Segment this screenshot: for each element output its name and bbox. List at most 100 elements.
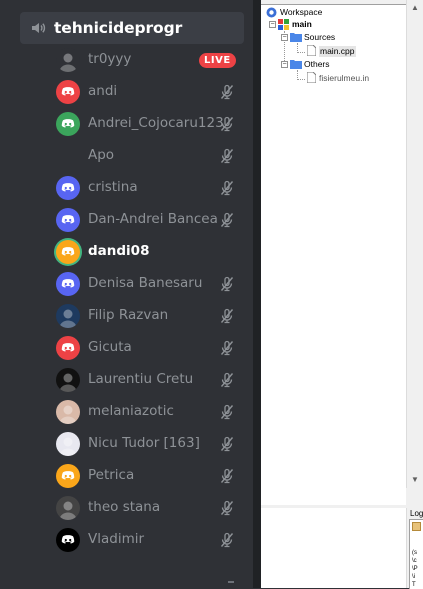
user-name: theo stana	[88, 499, 161, 515]
profile-photo-icon	[59, 309, 77, 328]
microphone-muted-icon	[220, 116, 234, 132]
microphone-muted-icon	[220, 404, 234, 420]
user-name: andi	[88, 83, 118, 99]
folder-icon	[290, 60, 302, 69]
user-name: dandi08	[88, 243, 150, 259]
others-folder-node[interactable]: Others	[304, 59, 330, 70]
user-name: Andrei_Cojocaru123	[88, 115, 224, 131]
voice-user-row[interactable]: Denisa Banesaru	[50, 269, 250, 299]
profile-photo-icon	[59, 501, 77, 520]
log-line: \c	[412, 558, 417, 564]
discord-logo-icon	[61, 119, 75, 128]
user-name: Gicuta	[88, 339, 132, 355]
voice-user-row[interactable]: tr0yyy LIVE	[50, 45, 250, 75]
user-avatar[interactable]	[56, 208, 80, 232]
voice-user-row[interactable]: Petrica	[50, 461, 250, 491]
project-icon	[278, 19, 289, 30]
user-name: Vladimir	[88, 531, 145, 547]
profile-photo-icon	[59, 53, 77, 72]
workspace-node[interactable]: Workspace	[280, 7, 322, 18]
voice-user-row[interactable]: cristina	[50, 173, 250, 203]
expand-project-toggle[interactable]: −	[269, 21, 276, 28]
project-node[interactable]: main	[292, 19, 312, 30]
user-avatar[interactable]	[56, 432, 80, 456]
window-gap	[253, 0, 261, 588]
log-line: \i	[412, 574, 415, 580]
expand-sources-toggle[interactable]: −	[281, 34, 288, 41]
user-avatar[interactable]	[56, 144, 80, 168]
microphone-muted-icon	[220, 468, 234, 484]
scroll-down-arrow-icon[interactable]: ▼	[407, 472, 423, 488]
microphone-muted-icon	[220, 148, 234, 164]
voice-user-row[interactable]: Andrei_Cojocaru123	[50, 109, 250, 139]
user-name: Denisa Banesaru	[88, 275, 203, 291]
user-avatar[interactable]	[56, 400, 80, 424]
user-name: Apo	[88, 147, 115, 163]
expand-others-toggle[interactable]: −	[281, 61, 288, 68]
voice-user-row[interactable]: Laurentiu Cretu	[50, 365, 250, 395]
discord-logo-icon	[61, 535, 75, 544]
voice-user-row[interactable]: Dan-Andrei Bancea	[50, 205, 250, 235]
user-avatar[interactable]	[56, 240, 80, 264]
discord-logo-icon	[61, 215, 75, 224]
user-avatar[interactable]	[56, 48, 80, 72]
profile-photo-icon	[59, 373, 77, 392]
logs-output: (s \c \P \i T	[409, 519, 423, 589]
discord-logo-icon	[61, 87, 75, 96]
voice-user-row[interactable]: Gicuta	[50, 333, 250, 363]
footer-mark	[228, 581, 234, 583]
voice-user-row[interactable]: dandi08	[50, 237, 250, 267]
log-line: T	[412, 582, 416, 588]
voice-user-row[interactable]: theo stana	[50, 493, 250, 523]
user-name: cristina	[88, 179, 138, 195]
speaker-icon	[32, 23, 46, 33]
user-avatar[interactable]	[56, 528, 80, 552]
voice-user-row[interactable]: Apo	[50, 141, 250, 171]
panel-tabs[interactable]	[261, 0, 406, 5]
log-line: (s	[412, 550, 417, 556]
user-avatar[interactable]	[56, 496, 80, 520]
user-name: Laurentiu Cretu	[88, 371, 194, 387]
discord-logo-icon	[61, 471, 75, 480]
user-avatar[interactable]	[56, 368, 80, 392]
discord-logo-icon	[61, 247, 75, 256]
voice-channel-row[interactable]: tehnicideprogr	[20, 12, 244, 44]
microphone-muted-icon	[220, 180, 234, 196]
microphone-muted-icon	[220, 340, 234, 356]
microphone-muted-icon	[220, 500, 234, 516]
sources-folder-node[interactable]: Sources	[304, 32, 335, 43]
input-file-node[interactable]: fisierulmeu.in	[319, 73, 369, 84]
live-badge[interactable]: LIVE	[199, 53, 236, 68]
logs-panel: Log (s \c \P \i T	[406, 508, 423, 589]
microphone-muted-icon	[220, 436, 234, 452]
user-avatar[interactable]	[56, 336, 80, 360]
voice-user-row[interactable]: melaniazotic	[50, 397, 250, 427]
user-avatar[interactable]	[56, 304, 80, 328]
user-name: melaniazotic	[88, 403, 174, 419]
profile-photo-icon	[59, 437, 77, 456]
workspace-tree: Workspace − main − Sources main.cpp − Ot…	[263, 6, 406, 501]
voice-user-row[interactable]: andi	[50, 77, 250, 107]
user-avatar[interactable]	[56, 80, 80, 104]
scrollbar-corner	[406, 488, 423, 505]
voice-user-row[interactable]: Nicu Tudor [163]	[50, 429, 250, 459]
microphone-muted-icon	[220, 308, 234, 324]
vertical-scrollbar[interactable]: ▲ ▼	[406, 0, 423, 505]
voice-channel-name: tehnicideprogr	[54, 19, 183, 37]
main-cpp-file-node[interactable]: main.cpp	[319, 46, 356, 57]
microphone-muted-icon	[220, 372, 234, 388]
user-avatar[interactable]	[56, 272, 80, 296]
profile-photo-icon	[59, 405, 77, 424]
user-avatar[interactable]	[56, 176, 80, 200]
pane-splitter[interactable]	[261, 505, 423, 508]
voice-user-row[interactable]: Vladimir	[50, 525, 250, 555]
log-tab-icon[interactable]	[412, 522, 421, 531]
scroll-up-arrow-icon[interactable]: ▲	[407, 0, 423, 16]
user-avatar[interactable]	[56, 464, 80, 488]
cut-off-header	[28, 0, 188, 15]
voice-user-row[interactable]: Filip Razvan	[50, 301, 250, 331]
file-icon	[307, 72, 316, 83]
user-avatar[interactable]	[56, 112, 80, 136]
ide-window: Workspace − main − Sources main.cpp − Ot…	[261, 0, 423, 589]
workspace-icon	[266, 7, 277, 18]
